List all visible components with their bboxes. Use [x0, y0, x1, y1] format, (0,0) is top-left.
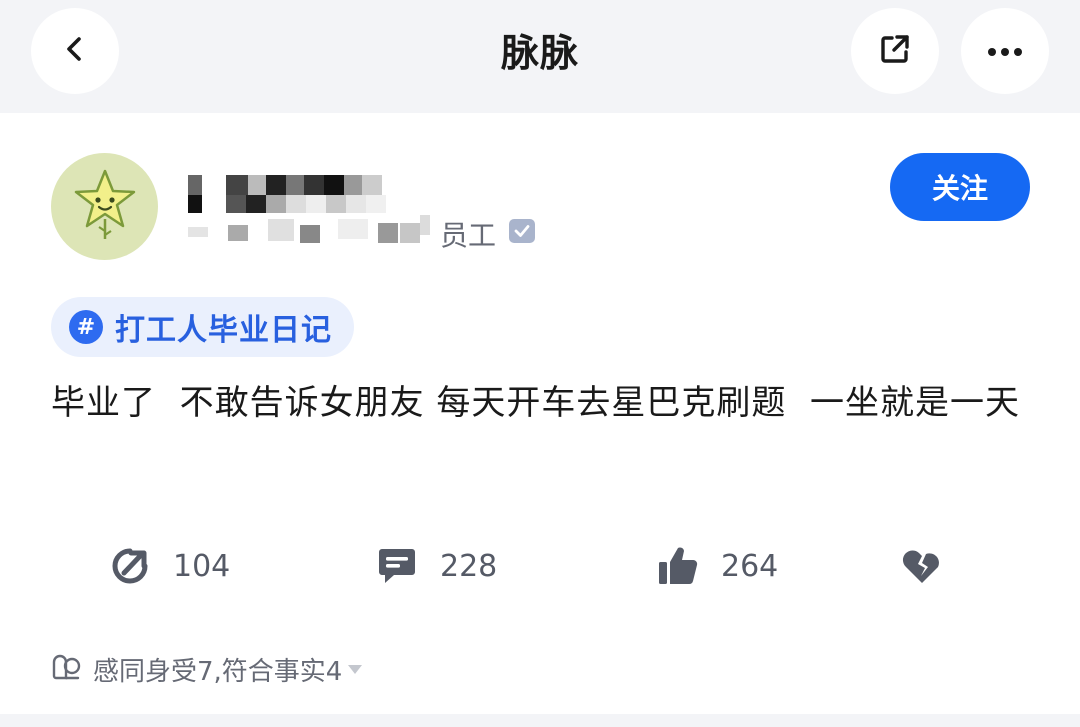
mosaic-cell — [324, 175, 344, 195]
mosaic-cell — [188, 175, 202, 195]
post-text: 毕业了 不敢告诉女朋友 每天开车去星巴克刷题 一坐就是一天 — [51, 383, 1021, 423]
forward-count: 104 — [173, 548, 231, 584]
share-button[interactable] — [851, 8, 939, 94]
topic-label: 打工人毕业日记 — [115, 313, 332, 348]
mosaic-cell — [188, 227, 208, 237]
share-external-icon — [878, 32, 912, 70]
like-count: 264 — [721, 548, 779, 584]
mosaic-cell — [306, 195, 326, 213]
mosaic-cell — [344, 175, 362, 195]
chevron-down-icon — [348, 664, 363, 674]
mosaic-cell — [188, 195, 202, 213]
bottom-divider — [0, 714, 1080, 727]
reactions-text: 感同身受7,符合事实4 — [93, 656, 343, 687]
mosaic-cell — [228, 225, 248, 241]
more-button[interactable] — [961, 8, 1049, 94]
mosaic-cell — [226, 175, 248, 195]
hash-icon: # — [69, 310, 103, 344]
dislike-button[interactable] — [901, 538, 943, 594]
broken-heart-icon — [901, 545, 943, 587]
thumbs-up-icon — [657, 545, 699, 587]
forward-button[interactable]: 104 — [109, 538, 230, 594]
comment-count: 228 — [440, 548, 498, 584]
mosaic-cell — [326, 195, 346, 213]
mosaic-cell — [378, 223, 398, 243]
top-nav-bar: 脉脉 — [0, 0, 1080, 113]
follow-button[interactable]: 关注 — [890, 153, 1030, 221]
mosaic-cell — [246, 195, 266, 213]
mosaic-cell — [338, 219, 368, 239]
more-dots-icon — [987, 42, 1023, 61]
reaction-face-icon — [51, 652, 81, 686]
forward-arrow-icon — [109, 545, 151, 587]
post-card: 员工 关注 # 打工人毕业日记 毕业了 不敢告诉女朋友 每天开车去星巴克刷题 一… — [0, 113, 1080, 714]
like-button[interactable]: 264 — [657, 538, 778, 594]
mosaic-cell — [420, 215, 430, 235]
mosaic-cell — [266, 175, 286, 195]
mosaic-cell — [362, 175, 382, 195]
author-name-pixelated[interactable] — [188, 175, 430, 257]
verified-check-icon — [509, 219, 535, 243]
mosaic-cell — [400, 223, 420, 243]
mosaic-cell — [268, 219, 294, 241]
mosaic-cell — [346, 195, 366, 213]
avatar[interactable] — [51, 153, 158, 260]
mosaic-cell — [304, 175, 324, 195]
mosaic-cell — [266, 195, 286, 213]
mosaic-cell — [286, 195, 306, 213]
mosaic-cell — [286, 175, 304, 195]
author-company-label: 员工 — [440, 219, 497, 252]
star-avatar-icon — [73, 167, 137, 247]
comment-button[interactable]: 228 — [376, 538, 497, 594]
mosaic-cell — [248, 175, 266, 195]
mosaic-cell — [366, 195, 386, 213]
mosaic-cell — [226, 195, 246, 213]
mosaic-cell — [300, 225, 320, 243]
action-bar: 104 228 264 — [0, 538, 1080, 598]
reactions-summary[interactable]: 感同身受7,符合事实4 — [51, 649, 363, 689]
comment-bubble-icon — [376, 545, 418, 587]
topic-tag[interactable]: # 打工人毕业日记 — [51, 297, 354, 357]
